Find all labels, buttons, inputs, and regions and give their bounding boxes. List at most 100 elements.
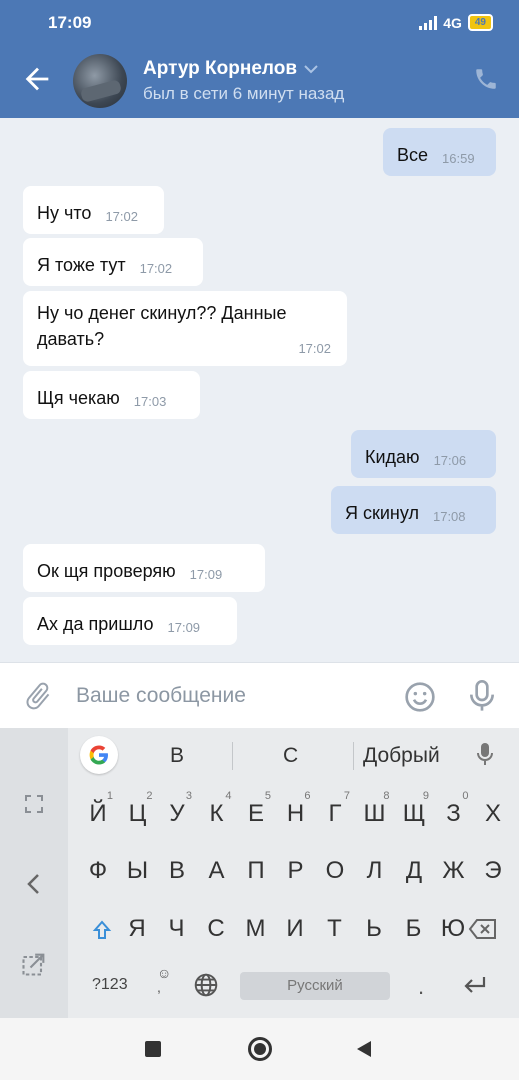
key-row1-6[interactable]: Г7 bbox=[316, 790, 354, 838]
key-row2-9[interactable]: Ж bbox=[435, 847, 473, 895]
fullscreen-icon[interactable] bbox=[22, 792, 46, 816]
key-label: Ш bbox=[363, 800, 386, 827]
phone-icon[interactable] bbox=[473, 66, 499, 92]
key-row1-3[interactable]: К4 bbox=[198, 790, 236, 838]
key-row1-10[interactable]: Х bbox=[474, 790, 512, 838]
key-hint: 0 bbox=[462, 790, 469, 802]
key-row2-4[interactable]: П bbox=[237, 847, 275, 895]
key-hint: 2 bbox=[146, 790, 153, 802]
key-hint: 6 bbox=[304, 790, 311, 802]
message-time: 17:02 bbox=[139, 261, 173, 276]
key-row2-3[interactable]: А bbox=[198, 847, 236, 895]
back-arrow-icon[interactable] bbox=[20, 62, 54, 96]
symbols-key[interactable]: ?123 bbox=[92, 976, 128, 994]
home-icon[interactable] bbox=[248, 1037, 272, 1061]
key-label: З bbox=[446, 800, 461, 827]
key-row1-7[interactable]: Ш8 bbox=[356, 790, 394, 838]
key-label: Л bbox=[366, 857, 383, 884]
message-bubble[interactable]: Кидаю 17:06 bbox=[351, 430, 496, 478]
key-row3-2[interactable]: С bbox=[197, 905, 235, 953]
key-label: Б bbox=[405, 915, 422, 942]
message-bubble[interactable]: Я скинул 17:08 bbox=[331, 486, 496, 534]
key-row3-5[interactable]: Т bbox=[316, 905, 354, 953]
key-row3-6[interactable]: Ь bbox=[355, 905, 393, 953]
floating-keyboard-icon[interactable] bbox=[20, 950, 48, 978]
back-triangle-icon[interactable] bbox=[355, 1039, 373, 1059]
key-row2-2[interactable]: В bbox=[158, 847, 196, 895]
network-type: 4G bbox=[443, 14, 462, 31]
message-bubble[interactable]: Ну что 17:02 bbox=[23, 186, 164, 234]
emoji-key-icon[interactable]: ☺, bbox=[157, 966, 171, 994]
contact-status: был в сети 6 минут назад bbox=[143, 84, 345, 103]
message-bubble[interactable]: Ок щя проверяю 17:09 bbox=[23, 544, 265, 592]
key-row3-4[interactable]: И bbox=[276, 905, 314, 953]
key-hint: 9 bbox=[422, 790, 429, 802]
avatar[interactable] bbox=[73, 54, 127, 108]
microphone-icon[interactable] bbox=[466, 678, 498, 714]
backspace-icon[interactable] bbox=[468, 918, 498, 940]
key-row2-5[interactable]: Р bbox=[277, 847, 315, 895]
key-row1-2[interactable]: У3 bbox=[158, 790, 196, 838]
key-row1-1[interactable]: Ц2 bbox=[119, 790, 157, 838]
message-time: 16:59 bbox=[442, 151, 475, 166]
key-row2-8[interactable]: Д bbox=[395, 847, 433, 895]
key-label: Й bbox=[89, 800, 107, 827]
message-time: 17:06 bbox=[433, 453, 467, 468]
paperclip-icon[interactable] bbox=[22, 680, 54, 712]
key-label: С bbox=[207, 915, 225, 942]
status-bar: 17:09 4G 49 bbox=[0, 0, 519, 44]
status-time: 17:09 bbox=[48, 13, 92, 32]
key-label: Е bbox=[247, 800, 264, 827]
key-label: Ж bbox=[442, 857, 465, 884]
key-row3-7[interactable]: Б bbox=[395, 905, 433, 953]
message-bubble[interactable]: Я тоже тут 17:02 bbox=[23, 238, 203, 286]
key-row1-9[interactable]: З0 bbox=[435, 790, 473, 838]
key-label: Г bbox=[328, 800, 342, 827]
space-bar[interactable]: Русский bbox=[240, 972, 390, 1000]
voice-input-icon[interactable] bbox=[475, 742, 495, 768]
suggestion-3[interactable]: Добрый bbox=[363, 744, 440, 768]
message-bubble[interactable]: Ах да пришло 17:09 bbox=[23, 597, 237, 645]
shift-icon[interactable] bbox=[90, 918, 114, 942]
key-row1-5[interactable]: Н6 bbox=[277, 790, 315, 838]
message-text: Ок щя проверяю bbox=[37, 561, 176, 581]
system-nav-bar bbox=[0, 1018, 519, 1080]
message-bubble[interactable]: Щя чекаю 17:03 bbox=[23, 371, 200, 419]
key-row1-0[interactable]: Й1 bbox=[79, 790, 117, 838]
key-row3-8[interactable]: Ю bbox=[434, 905, 472, 953]
key-row2-0[interactable]: Ф bbox=[79, 847, 117, 895]
key-row2-7[interactable]: Л bbox=[356, 847, 394, 895]
key-label: К bbox=[209, 800, 224, 827]
key-label: Р bbox=[287, 857, 304, 884]
period-key[interactable]: . bbox=[418, 974, 424, 1000]
message-bubble[interactable]: Все 16:59 bbox=[383, 128, 496, 176]
key-label: Д bbox=[405, 857, 423, 884]
key-row1-8[interactable]: Щ9 bbox=[395, 790, 433, 838]
key-row3-3[interactable]: М bbox=[237, 905, 275, 953]
key-row2-10[interactable]: Э bbox=[474, 847, 512, 895]
message-time: 17:02 bbox=[298, 341, 331, 356]
key-row2-6[interactable]: О bbox=[316, 847, 354, 895]
key-label: Я bbox=[128, 915, 146, 942]
google-icon[interactable] bbox=[80, 736, 118, 774]
chevron-left-icon[interactable] bbox=[24, 872, 44, 896]
suggestion-bar: В С Добрый bbox=[68, 728, 519, 784]
key-hint: 7 bbox=[343, 790, 350, 802]
emoji-icon[interactable] bbox=[404, 681, 436, 713]
suggestion-1[interactable]: В bbox=[170, 744, 184, 768]
key-label: Ц bbox=[128, 800, 147, 827]
recents-icon[interactable] bbox=[145, 1041, 161, 1057]
key-row2-1[interactable]: Ы bbox=[119, 847, 157, 895]
message-bubble[interactable]: Ну чо денег скинул?? Данные давать? 17:0… bbox=[23, 291, 347, 366]
globe-icon[interactable] bbox=[193, 972, 219, 998]
key-row3-1[interactable]: Ч bbox=[158, 905, 196, 953]
message-input[interactable]: Ваше сообщение bbox=[76, 684, 246, 708]
suggestion-2[interactable]: С bbox=[283, 744, 298, 768]
enter-icon[interactable] bbox=[462, 975, 488, 995]
key-row3-0[interactable]: Я bbox=[118, 905, 156, 953]
message-time: 17:02 bbox=[105, 209, 138, 224]
key-row1-4[interactable]: Е5 bbox=[237, 790, 275, 838]
contact-name: Артур Корнелов bbox=[143, 58, 298, 79]
contact-name-button[interactable]: Артур Корнелов bbox=[143, 58, 319, 80]
key-label: Щ bbox=[402, 800, 426, 827]
